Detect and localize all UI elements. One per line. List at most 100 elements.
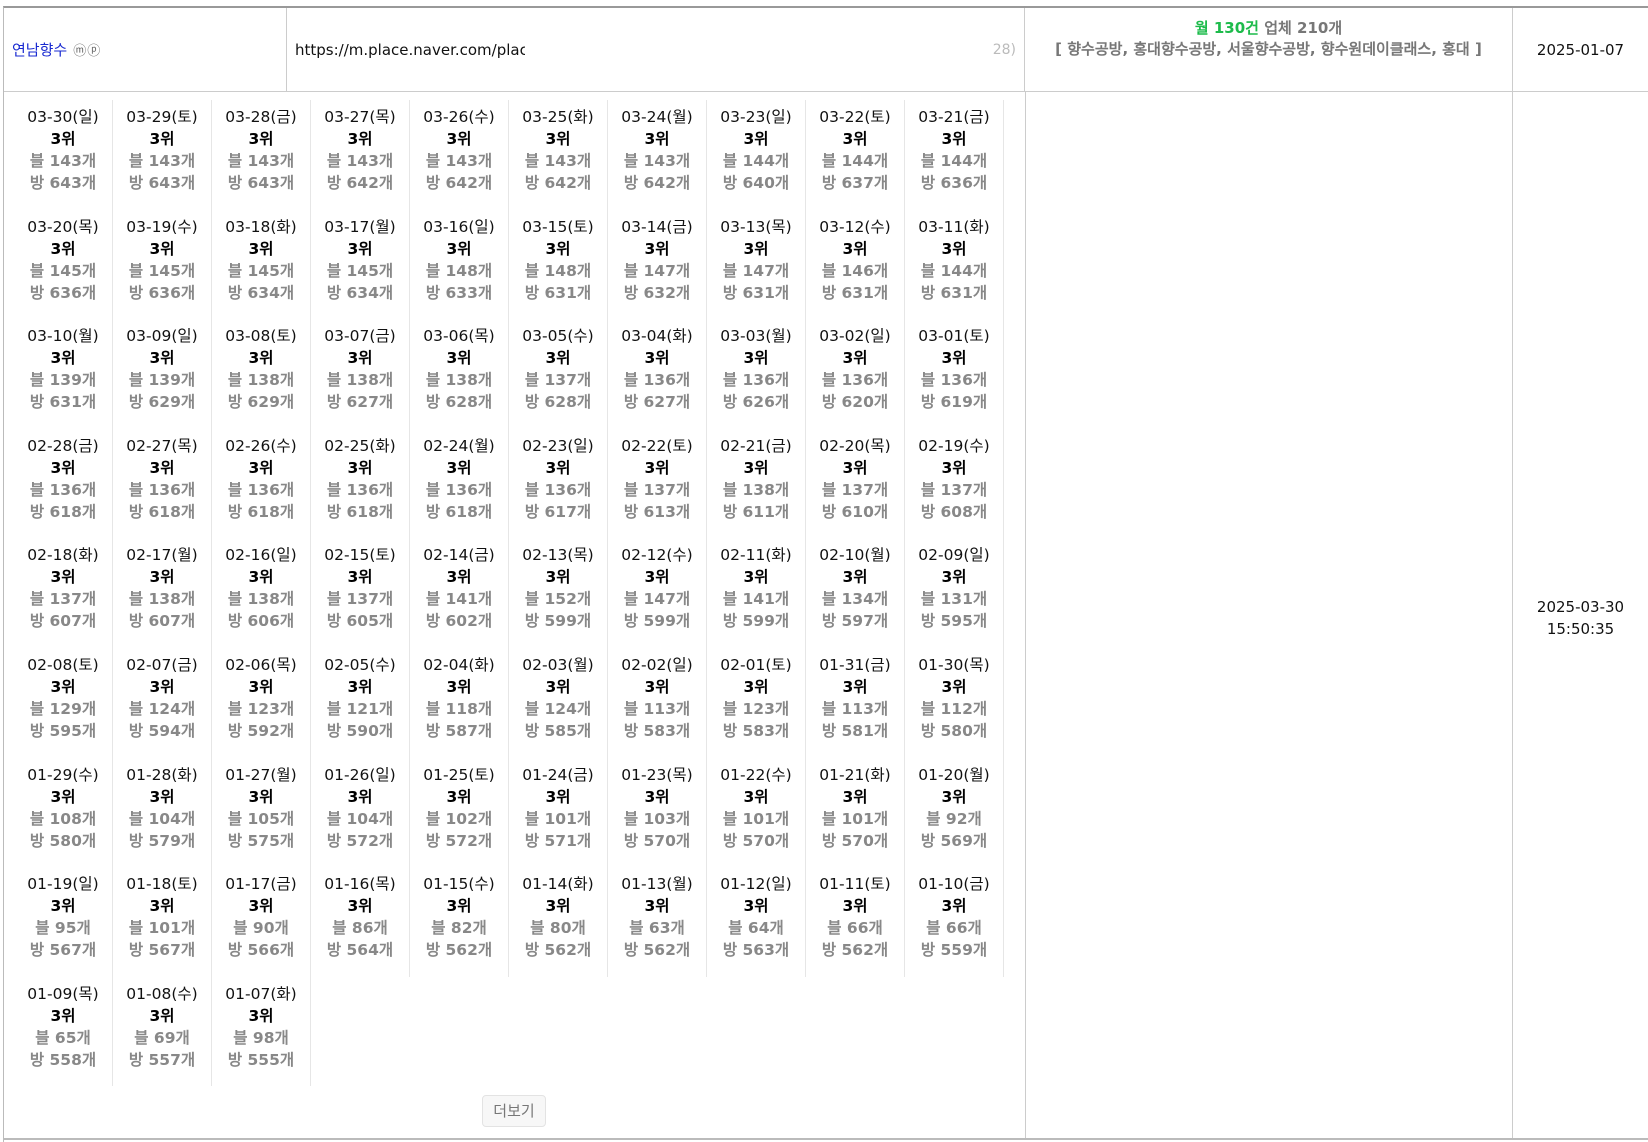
day-date: 03-27(목) <box>324 108 396 126</box>
day-place-count: 방 642개 <box>326 174 394 192</box>
day-blog-count: 블 104개 <box>326 809 394 828</box>
day-date: 01-09(목) <box>27 984 99 1003</box>
day-place-count: 방 634개 <box>227 283 295 302</box>
day-date: 02-26(수) <box>225 436 297 455</box>
day-date: 03-03(월) <box>720 327 792 346</box>
day-cell: 03-04(화) 3위 블 136개 방 627개 <box>608 319 707 429</box>
day-cell: 01-29(수) 3위 블 108개 방 580개 <box>14 757 113 868</box>
day-place-count: 방 611개 <box>722 502 790 521</box>
day-place-count: 방 627개 <box>623 393 691 412</box>
day-place-count: 방 562개 <box>524 941 592 960</box>
day-date: 03-17(월) <box>324 217 396 236</box>
day-blog-count: 블 139개 <box>128 371 196 390</box>
day-date: 02-24(월) <box>423 436 495 455</box>
day-place-count: 방 587개 <box>425 721 493 740</box>
day-blog-count: 블 137개 <box>920 480 988 499</box>
day-cell: 01-19(일) 3위 블 95개 방 567개 <box>14 867 113 977</box>
day-place-count: 방 562개 <box>623 941 691 960</box>
day-cell: 03-05(수) 3위 블 137개 방 628개 <box>509 319 608 429</box>
day-cell: 03-29(토) 3위 블 143개 방 643개 <box>113 100 212 210</box>
day-cell: 02-09(일) 3위 블 131개 방 595개 <box>905 538 1004 648</box>
day-place-count: 방 590개 <box>326 721 394 740</box>
day-rank: 3위 <box>941 349 967 368</box>
day-blog-count: 블 143개 <box>128 152 196 170</box>
day-cell: 02-15(토) 3위 블 137개 방 605개 <box>311 538 410 648</box>
day-date: 01-10(금) <box>918 875 990 894</box>
day-date: 02-07(금) <box>126 655 198 674</box>
place-url[interactable]: https://m.place.naver.com/place <box>295 41 525 59</box>
day-blog-count: 블 123개 <box>722 699 790 718</box>
day-place-count: 방 613개 <box>623 502 691 521</box>
more-button[interactable]: 더보기 <box>482 1095 546 1127</box>
day-place-count: 방 640개 <box>722 174 790 192</box>
day-cell: 01-13(월) 3위 블 63개 방 562개 <box>608 867 707 977</box>
day-rank: 3위 <box>644 458 670 477</box>
day-blog-count: 블 145개 <box>29 261 97 280</box>
day-rank: 3위 <box>347 239 373 258</box>
day-date: 03-09(일) <box>126 327 198 346</box>
day-blog-count: 블 95개 <box>35 919 91 938</box>
day-cell: 02-05(수) 3위 블 121개 방 590개 <box>311 647 410 758</box>
day-blog-count: 블 118개 <box>425 699 493 718</box>
place-name-link[interactable]: 연남향수 <box>12 39 67 60</box>
day-blog-count: 블 112개 <box>920 699 988 718</box>
day-blog-count: 블 136개 <box>821 371 889 390</box>
day-place-count: 방 633개 <box>425 283 493 302</box>
day-place-count: 방 619개 <box>920 393 988 412</box>
day-date: 01-07(화) <box>225 984 297 1003</box>
day-date: 02-13(목) <box>522 546 594 565</box>
day-date: 03-23(일) <box>720 108 792 126</box>
day-place-count: 방 572개 <box>425 831 493 850</box>
day-blog-count: 블 90개 <box>233 919 289 938</box>
day-date: 02-15(토) <box>324 546 396 565</box>
day-blog-count: 블 113개 <box>623 699 691 718</box>
day-cell: 03-14(금) 3위 블 147개 방 632개 <box>608 209 707 320</box>
related-keywords: [ 향수공방, 홍대향수공방, 서울향수공방, 향수원데이클래스, 홍대 ] <box>1055 40 1482 58</box>
day-blog-count: 블 66개 <box>926 919 982 938</box>
day-date: 03-21(금) <box>918 108 990 126</box>
day-blog-count: 블 144개 <box>920 152 988 170</box>
day-cell: 02-13(목) 3위 블 152개 방 599개 <box>509 538 608 648</box>
day-place-count: 방 597개 <box>821 612 889 631</box>
day-rank: 3위 <box>347 349 373 368</box>
day-rank: 3위 <box>743 239 769 258</box>
day-rank: 3위 <box>644 677 670 696</box>
day-cell: 02-27(목) 3위 블 136개 방 618개 <box>113 428 212 539</box>
day-date: 03-02(일) <box>819 327 891 346</box>
day-blog-count: 블 134개 <box>821 590 889 609</box>
day-blog-count: 블 63개 <box>629 919 685 938</box>
day-blog-count: 블 101개 <box>722 809 790 828</box>
day-blog-count: 블 138개 <box>128 590 196 609</box>
day-date: 01-08(수) <box>126 984 198 1003</box>
day-cell: 01-23(목) 3위 블 103개 방 570개 <box>608 757 707 868</box>
day-rank: 3위 <box>545 349 571 368</box>
day-date: 02-16(일) <box>225 546 297 565</box>
day-cell: 03-12(수) 3위 블 146개 방 631개 <box>806 209 905 320</box>
day-place-count: 방 602개 <box>425 612 493 631</box>
day-cell: 02-01(토) 3위 블 123개 방 583개 <box>707 647 806 758</box>
day-blog-count: 블 148개 <box>425 261 493 280</box>
day-blog-count: 블 136개 <box>524 480 592 499</box>
day-rank: 3위 <box>248 568 274 587</box>
day-cell: 03-02(일) 3위 블 136개 방 620개 <box>806 319 905 429</box>
daily-rank-grid: 03-30(일) 3위 블 143개 방 643개 03-29(토) 3위 블 143개 방 … <box>14 100 1004 1087</box>
day-place-count: 방 631개 <box>524 283 592 302</box>
day-date: 02-10(월) <box>819 546 891 565</box>
day-place-count: 방 579개 <box>128 831 196 850</box>
day-rank: 3위 <box>248 458 274 477</box>
day-cell: 01-17(금) 3위 블 90개 방 566개 <box>212 867 311 977</box>
day-place-count: 방 636개 <box>29 283 97 302</box>
day-place-count: 방 563개 <box>722 941 790 960</box>
day-date: 03-06(목) <box>423 327 495 346</box>
day-place-count: 방 592개 <box>227 721 295 740</box>
day-blog-count: 블 144개 <box>920 261 988 280</box>
day-rank: 3위 <box>149 897 175 916</box>
day-blog-count: 블 137개 <box>623 480 691 499</box>
url-cell: https://m.place.naver.com/place 28) <box>287 8 1025 92</box>
day-place-count: 방 642개 <box>425 174 493 192</box>
day-cell: 01-08(수) 3위 블 69개 방 557개 <box>113 976 212 1087</box>
day-place-count: 방 617개 <box>524 502 592 521</box>
day-blog-count: 블 137개 <box>29 590 97 609</box>
day-blog-count: 블 138개 <box>326 371 394 390</box>
day-date: 01-18(토) <box>126 875 198 894</box>
